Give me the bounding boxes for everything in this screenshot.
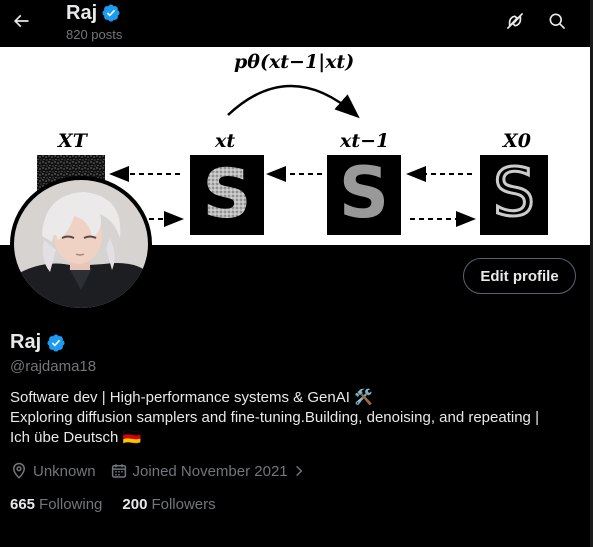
- edit-profile-button[interactable]: Edit profile: [463, 258, 576, 294]
- profile-name: Raj: [10, 331, 42, 353]
- label-xt-1: xt−1: [339, 130, 389, 152]
- followers-label: Followers: [151, 496, 216, 513]
- label-x0: X0: [502, 130, 531, 152]
- back-button[interactable]: [4, 4, 38, 38]
- bio-line: Software dev | High-performance systems …: [10, 389, 373, 406]
- formula-label: pθ(xt−1|xt): [234, 51, 354, 73]
- verified-badge-icon: [102, 4, 120, 22]
- bio-line: Exploring diffusion samplers and fine-tu…: [10, 409, 539, 426]
- profile-bio: Software dev | High-performance systems …: [10, 388, 580, 448]
- joined-text: Joined November 2021: [132, 462, 288, 480]
- following-count: 665: [10, 496, 36, 513]
- followers-link[interactable]: 200 Followers: [122, 496, 215, 513]
- panel-xt-letter: S: [203, 155, 252, 234]
- profile-handle: @rajdama18: [10, 358, 97, 375]
- panel-x0-letter: S: [493, 154, 535, 231]
- label-xt: xt: [214, 130, 235, 152]
- avatar[interactable]: [10, 176, 152, 312]
- search-icon: [549, 13, 565, 29]
- verified-badge-icon[interactable]: [46, 333, 66, 353]
- header-title-row: Raj: [66, 2, 121, 24]
- calendar-icon: [111, 464, 126, 478]
- header-name: Raj: [66, 2, 98, 24]
- profile-name-row: Raj: [10, 331, 66, 354]
- reverse-arrow: [227, 84, 360, 119]
- back-arrow-icon: [13, 14, 29, 28]
- grok-icon: [507, 13, 523, 29]
- chevron-right-icon: [295, 465, 303, 477]
- bio-line: Ich übe Deutsch 🇩🇪: [10, 429, 142, 446]
- grok-button[interactable]: [500, 6, 530, 36]
- profile-meta: Unknown Joined November 2021: [10, 462, 325, 480]
- avatar-illustration: [14, 180, 148, 308]
- joined-item[interactable]: Joined November 2021: [110, 462, 311, 480]
- label-xT: XT: [57, 130, 89, 152]
- followers-count: 200: [122, 496, 148, 513]
- panel-xt-1-letter: S: [339, 152, 389, 234]
- location-item: Unknown: [10, 462, 96, 480]
- location-text: Unknown: [33, 462, 96, 480]
- posts-count: 820 posts: [66, 27, 123, 42]
- search-button[interactable]: [542, 6, 572, 36]
- location-icon: [12, 462, 26, 479]
- profile-header: Raj 820 posts: [0, 0, 593, 47]
- following-label: Following: [39, 496, 103, 513]
- following-link[interactable]: 665 Following: [10, 496, 102, 513]
- follow-stats: 665 Following 200 Followers: [10, 496, 236, 513]
